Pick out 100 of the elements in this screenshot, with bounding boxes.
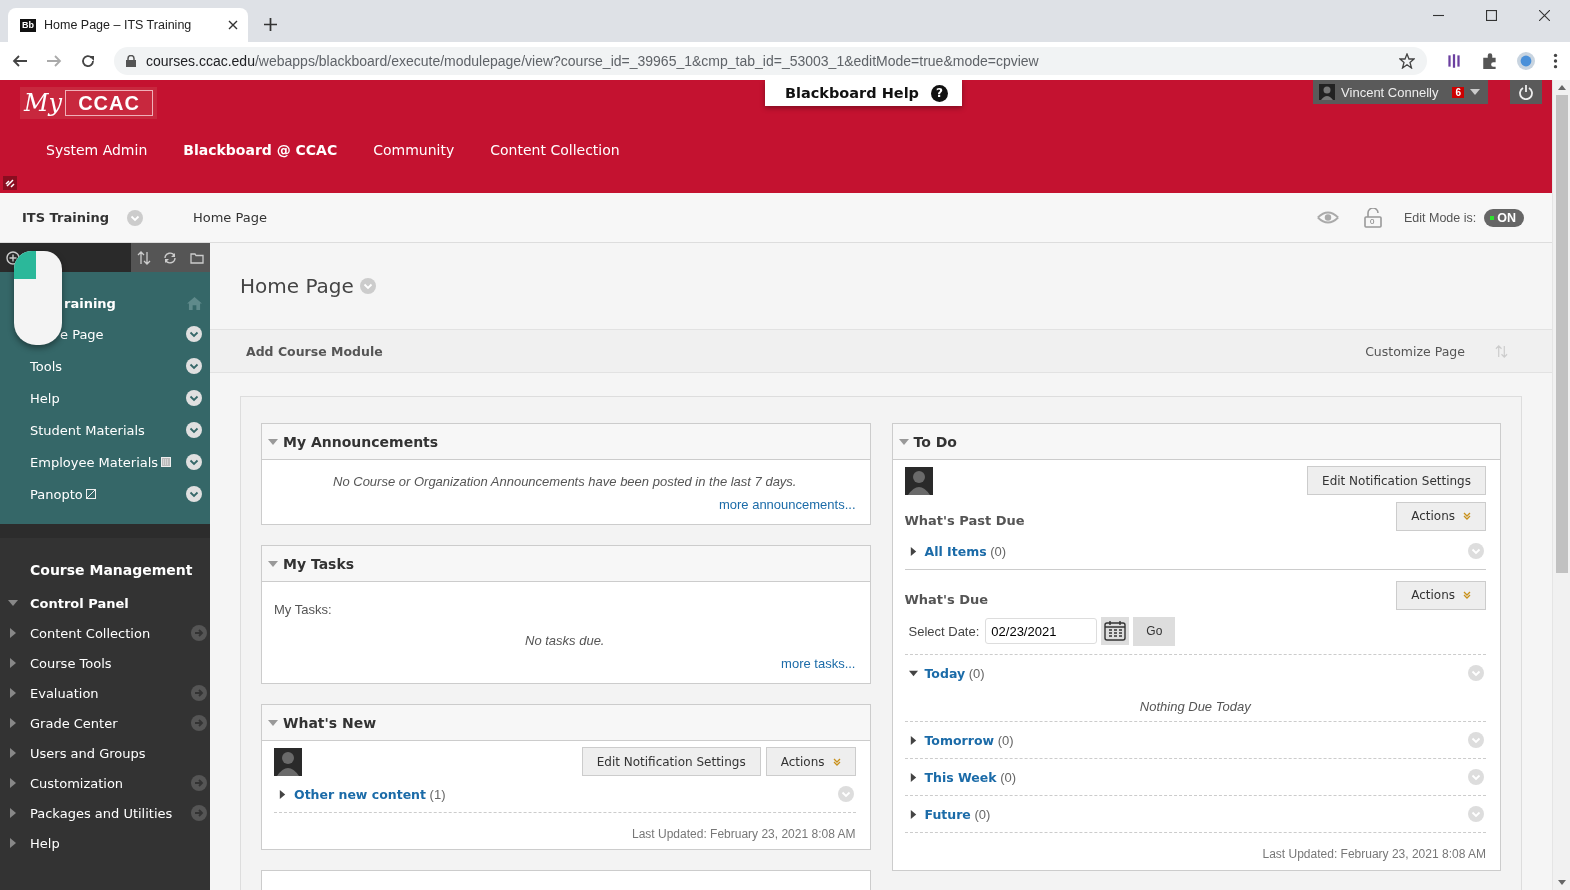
eye-icon[interactable]: [1316, 209, 1340, 226]
close-icon[interactable]: [228, 20, 238, 30]
caret-icon[interactable]: [908, 809, 918, 819]
action-button[interactable]: Actions: [765, 747, 856, 776]
expandable-item[interactable]: Tomorrow (0): [924, 732, 1014, 748]
scrollbar-thumb[interactable]: [1555, 95, 1568, 573]
more-link[interactable]: more tasks...: [781, 656, 856, 671]
course-menu-item[interactable]: Help: [30, 390, 60, 406]
caret-icon[interactable]: [908, 735, 918, 745]
course-menu-item[interactable]: Panopto: [30, 486, 83, 502]
module-header[interactable]: My Tasks: [262, 546, 870, 582]
actions-button[interactable]: Actions: [1396, 580, 1486, 610]
sort-icon[interactable]: [137, 250, 152, 265]
breadcrumb-item[interactable]: Home Page: [192, 210, 267, 225]
caret-icon[interactable]: [278, 789, 287, 799]
section-title: What's Past Due: [904, 511, 1025, 528]
customize-link[interactable]: Customize Page: [1365, 343, 1465, 359]
add-icon[interactable]: [6, 250, 20, 265]
course-menu-item[interactable]: Tools: [30, 358, 63, 374]
forward-icon[interactable]: [46, 53, 62, 69]
reload-icon[interactable]: [80, 53, 96, 69]
control-panel-item[interactable]: Grade Center: [30, 715, 118, 731]
empty-message: No tasks due.: [524, 633, 606, 648]
expandable-item[interactable]: Other new content (1): [294, 786, 446, 802]
nav-tab[interactable]: Content Collection: [490, 142, 620, 158]
nav-tab[interactable]: Community: [373, 142, 455, 158]
course-menu-item[interactable]: e Page: [60, 326, 104, 342]
caret-icon[interactable]: [908, 668, 918, 678]
module-title: To Do: [913, 433, 957, 450]
extension-icon[interactable]: [1445, 52, 1463, 70]
control-panel-item[interactable]: Users and Groups: [30, 745, 146, 761]
user-menu[interactable]: Vincent Connelly 6: [1313, 80, 1488, 104]
module-header[interactable]: To Do: [892, 424, 1500, 460]
course-menu-title[interactable]: raining: [64, 295, 187, 311]
chevron-icon[interactable]: [186, 358, 202, 374]
scroll-up-icon[interactable]: [1557, 85, 1566, 90]
expandable-item[interactable]: Today (0): [924, 665, 985, 681]
edit-mode-label: Edit Mode is:: [1404, 210, 1477, 225]
edit-mode-toggle[interactable]: ON: [1484, 208, 1524, 227]
module-header[interactable]: What's New: [262, 705, 870, 741]
caret-icon[interactable]: [908, 546, 918, 556]
scrollbar[interactable]: [1552, 80, 1570, 890]
link-icon[interactable]: [3, 176, 17, 190]
maximize-icon[interactable]: [1486, 10, 1497, 21]
nav-tab[interactable]: Blackboard @ CCAC: [183, 142, 338, 158]
expandable-item[interactable]: Future (0): [924, 806, 991, 822]
star-icon[interactable]: [1399, 53, 1415, 69]
browser-tab[interactable]: Bb Home Page – ITS Training: [8, 8, 248, 42]
control-panel-item[interactable]: Help: [30, 835, 60, 851]
new-tab-icon[interactable]: [264, 18, 277, 31]
chevron-icon[interactable]: [186, 422, 202, 438]
chevron-icon[interactable]: [186, 390, 202, 406]
module-header[interactable]: My Announcements: [262, 424, 870, 460]
address-field[interactable]: courses.ccac.edu/webapps/blackboard/execute/modulepage/view?course_id=_39965_1&cmp_tab_id=_53003_1&editMode=true&mode=cpview: [114, 47, 1427, 75]
empty-message: Nothing Due Today: [1139, 698, 1251, 714]
puzzle-icon[interactable]: [1481, 52, 1499, 70]
help-button[interactable]: Blackboard Help ?: [764, 80, 962, 106]
calendar-icon[interactable]: [1101, 617, 1130, 645]
chevron-icon: [1463, 591, 1471, 599]
control-panel-item[interactable]: Evaluation: [30, 685, 99, 701]
profile-icon[interactable]: [1517, 52, 1535, 70]
menu-icon[interactable]: [1553, 52, 1558, 70]
chevron-icon: [1463, 512, 1471, 520]
tasks-label: My Tasks:: [274, 601, 333, 619]
favicon-icon: Bb: [20, 18, 36, 32]
chevron-icon[interactable]: [186, 326, 202, 342]
user-name: Vincent Connelly: [1341, 84, 1439, 100]
chevron-icon[interactable]: [186, 486, 202, 502]
control-panel-heading[interactable]: Control Panel: [30, 595, 129, 611]
refresh-icon[interactable]: [163, 250, 178, 265]
action-button[interactable]: Edit Notification Settings: [581, 747, 761, 776]
control-panel-item[interactable]: Customization: [30, 775, 124, 791]
actions-button[interactable]: Actions: [1396, 501, 1486, 531]
course-menu-item[interactable]: Student Materials: [30, 422, 145, 438]
control-panel-item[interactable]: Content Collection: [30, 625, 151, 641]
logout-button[interactable]: [1510, 80, 1542, 104]
module-title: My Tasks: [283, 555, 355, 572]
back-icon[interactable]: [12, 53, 28, 69]
date-field[interactable]: 02/23/2021: [985, 618, 1098, 644]
expandable-item[interactable]: This Week (0): [924, 769, 1017, 785]
go-button[interactable]: Go: [1133, 616, 1176, 646]
caret-icon[interactable]: [908, 772, 918, 782]
control-panel-item[interactable]: Packages and Utilities: [30, 805, 173, 821]
course-menu-item[interactable]: Employee Materials: [30, 454, 159, 470]
expandable-item[interactable]: All Items (0): [924, 543, 1007, 559]
chevron-icon[interactable]: [186, 454, 202, 470]
close-icon[interactable]: [1539, 10, 1550, 21]
module-title: My Announcements: [283, 433, 439, 450]
control-panel-item[interactable]: Course Tools: [30, 655, 112, 671]
chevron-icon: [832, 757, 841, 766]
nav-tab[interactable]: System Admin: [46, 142, 148, 158]
folder-icon[interactable]: [189, 250, 204, 265]
last-updated: Last Updated: February 23, 2021 8:08 AM: [631, 826, 856, 843]
more-link[interactable]: more announcements...: [718, 497, 856, 512]
edit-notification-button[interactable]: Edit Notification Settings: [1307, 466, 1486, 495]
logo[interactable]: My CCAC: [20, 87, 157, 119]
course-title[interactable]: ITS Training: [22, 210, 109, 225]
scroll-down-icon[interactable]: [1557, 880, 1566, 885]
last-updated: Last Updated: February 23, 2021 8:08 AM: [1261, 846, 1486, 863]
add-module-link[interactable]: Add Course Module: [246, 343, 383, 359]
